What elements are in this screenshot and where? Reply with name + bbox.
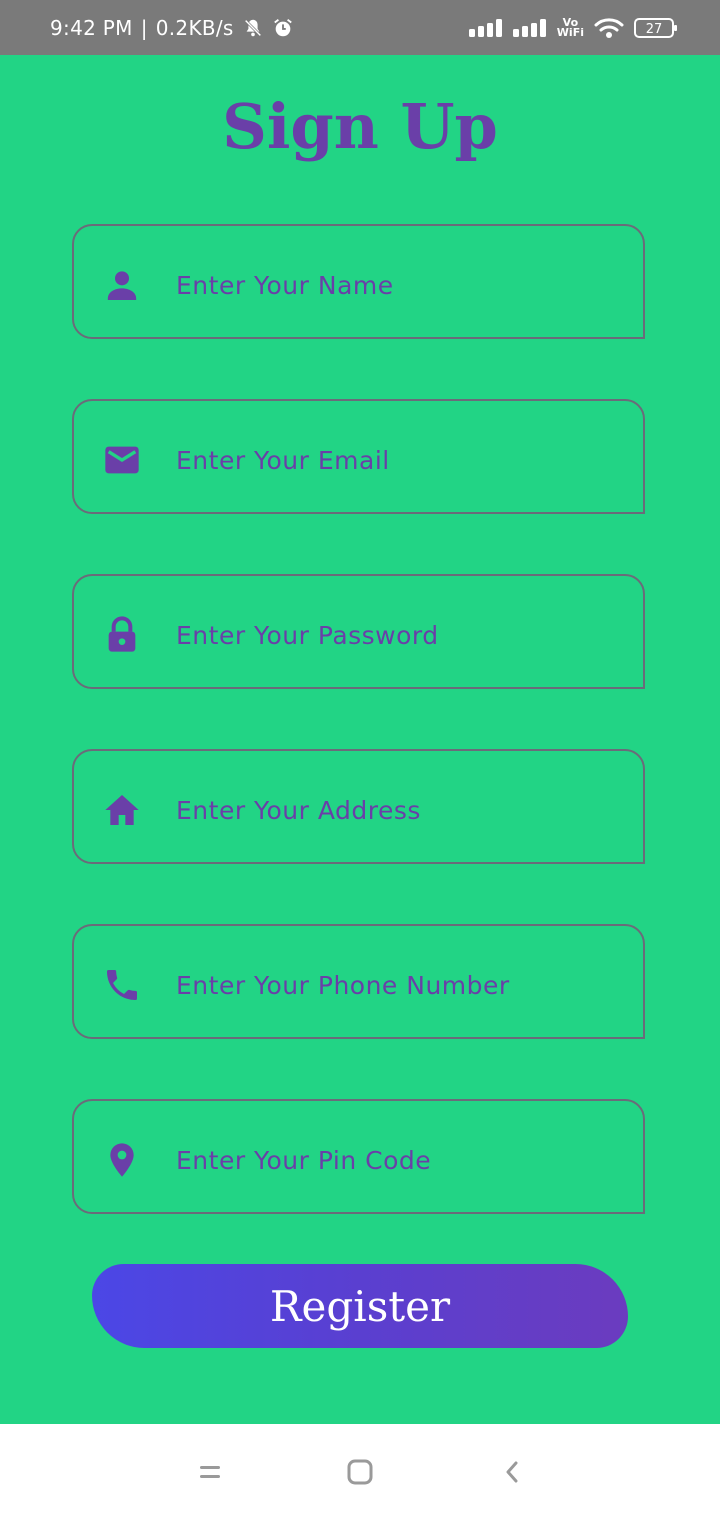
screen: 9:42 PM | 0.2KB/s Vo WiFi 27 Sign Up Ent… (0, 0, 720, 1520)
phone-field[interactable] (72, 924, 645, 1039)
home-square-icon[interactable] (340, 1454, 380, 1490)
home-icon (102, 790, 142, 830)
pin-code-field[interactable] (72, 1099, 645, 1214)
phone-icon (102, 965, 142, 1005)
network-speed: 0.2KB/s (155, 15, 234, 40)
vowifi-indicator: Vo WiFi (556, 17, 584, 39)
navigation-bar (0, 1424, 720, 1520)
battery-level: 27 (646, 22, 663, 37)
status-bar: 9:42 PM | 0.2KB/s Vo WiFi 27 (0, 0, 720, 55)
email-field[interactable] (72, 399, 645, 514)
status-right: Vo WiFi 27 (468, 0, 678, 55)
alarm-icon (272, 17, 294, 39)
status-left: 9:42 PM | 0.2KB/s (50, 0, 294, 55)
location-pin-icon (102, 1140, 142, 1180)
name-field[interactable] (72, 224, 645, 339)
wifi-icon (594, 17, 624, 39)
vowifi-bottom: WiFi (556, 25, 584, 39)
person-icon (102, 265, 142, 305)
signal-icon (468, 18, 503, 37)
address-input[interactable] (176, 781, 616, 839)
phone-input[interactable] (176, 956, 616, 1014)
email-input[interactable] (176, 431, 616, 489)
pin-code-input[interactable] (176, 1131, 616, 1189)
password-input[interactable] (176, 606, 616, 664)
mail-icon (102, 440, 142, 480)
battery-icon: 27 (634, 17, 678, 39)
signup-form: Sign Up Enter Your Name Enter Your Email… (0, 55, 720, 1424)
back-icon[interactable] (492, 1454, 532, 1490)
signal-icon (512, 18, 547, 37)
status-separator: | (140, 15, 148, 40)
password-field[interactable] (72, 574, 645, 689)
register-button[interactable]: Register (92, 1264, 628, 1348)
address-field[interactable] (72, 749, 645, 864)
name-input[interactable] (176, 256, 616, 314)
menu-icon[interactable] (190, 1454, 230, 1490)
status-time: 9:42 PM (50, 15, 133, 40)
page-title: Sign Up (222, 90, 498, 163)
lock-icon (102, 615, 142, 655)
mute-bell-icon (242, 17, 264, 39)
